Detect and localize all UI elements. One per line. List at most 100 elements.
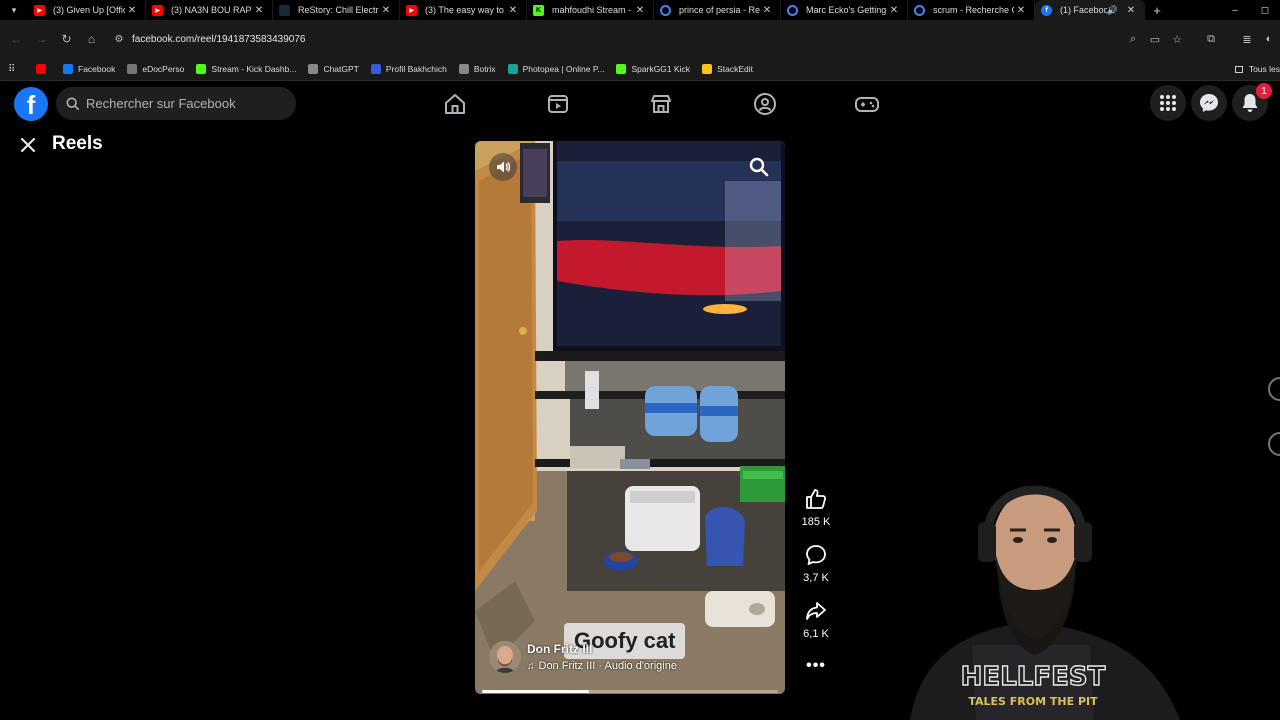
audio-info[interactable]: ♫ Don Fritz III · Audio d'origine: [527, 660, 677, 672]
browser-tab[interactable]: prince of persia - Rec ✕: [654, 0, 781, 20]
folder-icon: [1234, 65, 1243, 73]
facebook-search-input[interactable]: [86, 96, 286, 111]
next-reel-button[interactable]: [1268, 432, 1280, 456]
tab-close-icon[interactable]: ✕: [379, 5, 393, 16]
page-title: Reels: [52, 133, 103, 154]
youtube-icon: ▶: [34, 4, 45, 16]
tab-close-icon[interactable]: ✕: [125, 5, 139, 16]
search-icon: [749, 157, 769, 177]
browser-tab[interactable]: ▶ (3) The easy way to s ✕: [400, 0, 527, 20]
audio-label: Don Fritz III · Audio d'origine: [538, 660, 677, 672]
cast-icon[interactable]: ▭: [1144, 33, 1166, 46]
close-button[interactable]: [14, 131, 42, 159]
steam-icon: [279, 4, 290, 16]
bookmark-item[interactable]: SparkGG1 Kick: [616, 64, 690, 74]
notifications-button[interactable]: 1: [1232, 83, 1272, 121]
like-count: 185 K: [801, 516, 831, 528]
profile-icon[interactable]: ◐: [1258, 33, 1280, 45]
messenger-button[interactable]: [1191, 85, 1227, 121]
comment-button[interactable]: 3,7 K: [796, 540, 836, 584]
browser-tab[interactable]: ReStory: Chill Electron✕: [273, 0, 400, 20]
browser-tab[interactable]: ▶ (3) Given Up [Official✕: [28, 0, 146, 20]
back-icon[interactable]: ←: [4, 32, 29, 46]
bookmark-item[interactable]: Stream - Kick Dashb...: [196, 64, 296, 74]
avatar-image: [489, 641, 521, 673]
tab-close-icon[interactable]: ✕: [506, 5, 520, 16]
reading-list-icon[interactable]: ≣: [1236, 33, 1258, 46]
minimize-icon[interactable]: –: [1220, 5, 1250, 16]
tab-title: (3) NA3N BOU RAP -: [171, 5, 252, 15]
tab-close-icon[interactable]: ✕: [887, 5, 901, 16]
tab-close-icon[interactable]: ✕: [633, 5, 647, 16]
progress-bar[interactable]: [482, 690, 778, 693]
tab-close-icon[interactable]: ✕: [252, 5, 266, 16]
tab-close-icon[interactable]: ✕: [760, 5, 774, 16]
tab-close-icon[interactable]: ✕: [1014, 5, 1028, 16]
close-icon: [20, 137, 36, 153]
browser-tab[interactable]: f (1) Facebook🔊 ✕: [1035, 0, 1145, 20]
browser-tab[interactable]: ▶ (3) NA3N BOU RAP - ✕: [146, 0, 273, 20]
bookmark-item[interactable]: Photopea | Online P...: [507, 64, 604, 74]
video-search-button[interactable]: [745, 153, 773, 181]
share-button[interactable]: 6,1 K: [796, 596, 836, 640]
maximize-icon[interactable]: ◻: [1250, 5, 1280, 16]
site-info-icon[interactable]: ⚙: [106, 34, 132, 45]
bookmark-label: SparkGG1 Kick: [631, 64, 691, 74]
webcam-overlay-image: HELLFEST TALES FROM THE PIT: [910, 485, 1180, 720]
home-browser-icon[interactable]: ⌂: [79, 32, 104, 46]
reload-icon[interactable]: ↻: [54, 32, 79, 46]
address-bar[interactable]: ⚙ facebook.com/reel/1941873583439076: [106, 27, 1206, 51]
google-icon: [660, 4, 671, 16]
bookmark-item[interactable]: ChatGPT: [308, 64, 359, 74]
bookmarks-folder[interactable]: Tous les: [1234, 58, 1280, 80]
browser-tab[interactable]: Kmahfoudhi Stream - V ✕: [527, 0, 654, 20]
apps-grid-icon[interactable]: ⠿: [8, 64, 22, 75]
bookmark-item[interactable]: Facebook: [63, 64, 115, 74]
youtube-icon: ▶: [406, 4, 417, 16]
bookmark-star-icon[interactable]: ☆: [1166, 33, 1188, 46]
bookmark-item[interactable]: eDocPerso: [127, 64, 184, 74]
window-controls: – ◻: [1220, 0, 1280, 20]
forward-icon[interactable]: →: [29, 32, 54, 46]
bookmark-icon: [702, 64, 713, 74]
nav-video[interactable]: [518, 81, 598, 127]
reel-video[interactable]: Goofy cat Don Fritz III ♫ Don Fritz III …: [475, 141, 785, 694]
nav-marketplace[interactable]: [621, 81, 701, 127]
browser-tab[interactable]: scrum - Recherche G ✕: [908, 0, 1035, 20]
facebook-search[interactable]: [56, 87, 296, 120]
search-icon: [66, 97, 80, 110]
tab-close-icon[interactable]: ✕: [1124, 5, 1138, 16]
avatar[interactable]: [489, 641, 521, 673]
author-name[interactable]: Don Fritz III: [527, 642, 592, 656]
mute-button[interactable]: [489, 153, 517, 181]
nav-groups[interactable]: [725, 81, 805, 127]
previous-reel-button[interactable]: [1268, 377, 1280, 401]
like-button[interactable]: 185 K: [796, 484, 836, 528]
marketplace-icon: [651, 95, 671, 113]
extensions-icon[interactable]: ⧉: [1200, 33, 1222, 46]
bookmark-label: Profil Bakhchich: [385, 64, 447, 74]
tab-strip: ▾ ▶(3) Given Up [Official✕▶(3) NA3N BOU …: [0, 0, 1280, 20]
zoom-icon[interactable]: ⌕: [1122, 33, 1144, 46]
bookmark-item[interactable]: Profil Bakhchich: [370, 64, 447, 74]
bookmark-item[interactable]: StackEdit: [702, 64, 753, 74]
tab-title: scrum - Recherche G: [933, 5, 1014, 15]
nav-home[interactable]: [415, 81, 495, 127]
facebook-logo-icon[interactable]: f: [14, 87, 48, 121]
thumbs-up-icon: [806, 489, 827, 509]
browser-tab[interactable]: Marc Ecko's Getting ✕: [781, 0, 908, 20]
comment-icon: [806, 545, 826, 565]
bookmark-label: StackEdit: [717, 64, 753, 74]
tab-audio-icon[interactable]: 🔊: [1107, 5, 1118, 16]
more-options-button[interactable]: •••: [796, 656, 836, 676]
browser-toolbar: ← → ↻ ⌂ ⚙ facebook.com/reel/194187358343…: [0, 20, 1280, 58]
nav-gaming[interactable]: [827, 81, 907, 127]
menu-button[interactable]: [1150, 85, 1186, 121]
bookmark-item[interactable]: Botrix: [458, 64, 496, 74]
bookmark-label: ChatGPT: [323, 64, 359, 74]
bookmark-item[interactable]: [36, 64, 51, 74]
tab-search-icon[interactable]: ▾: [0, 0, 28, 20]
new-tab-button[interactable]: +: [1145, 3, 1169, 18]
facebook-header: f 1: [0, 81, 1280, 127]
speaker-icon: [497, 161, 511, 173]
